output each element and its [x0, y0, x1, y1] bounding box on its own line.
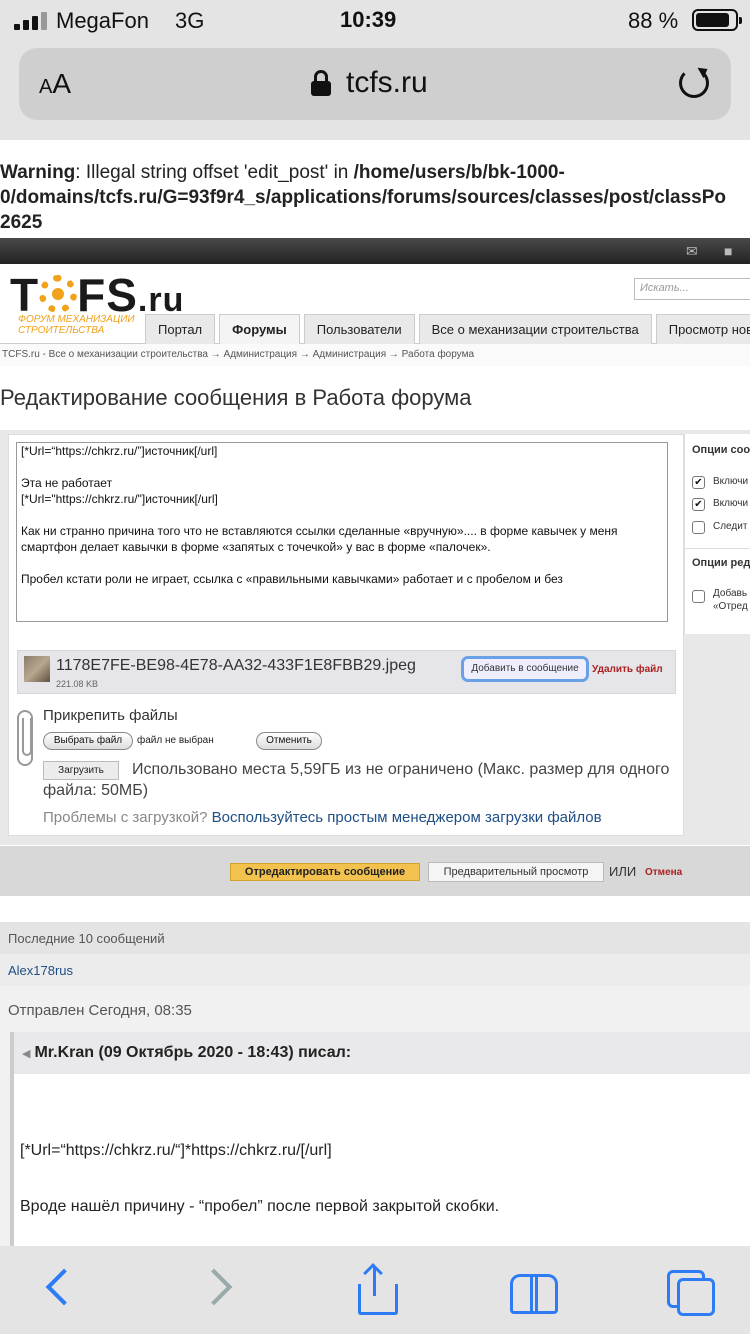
ios-top-chrome: MegaFon 3G 10:39 88 % AA tcfs.ru: [0, 0, 750, 140]
carrier: MegaFon: [56, 8, 149, 33]
or-text: ИЛИ: [609, 864, 637, 879]
share-icon[interactable]: [352, 1263, 400, 1315]
upload-button[interactable]: Загрузить: [43, 761, 119, 780]
breadcrumb[interactable]: TCFS.ru - Все о механизации строительств…: [0, 344, 750, 366]
tab-forums[interactable]: Форумы: [219, 314, 300, 344]
option-label: Включи: [713, 498, 749, 509]
editor-line: Как ни странно причина того что не встав…: [21, 524, 618, 538]
tab-portal[interactable]: Портал: [145, 314, 216, 344]
option-checkbox[interactable]: ✔: [692, 476, 705, 489]
quote-body: [*Url=“https://chkrz.ru/“]*https://chkrz…: [10, 1074, 750, 1246]
option-label: Включи: [713, 476, 749, 487]
option-label: «Отред: [713, 601, 748, 612]
text-size-button[interactable]: AA: [39, 68, 71, 100]
cancel-link[interactable]: Отмена: [645, 867, 682, 878]
option-label: Следит: [713, 521, 748, 532]
address-bar[interactable]: AA tcfs.ru: [19, 48, 731, 120]
submit-edit-button[interactable]: Отредактировать сообщение: [230, 863, 420, 881]
reload-icon[interactable]: [679, 68, 709, 98]
main-tabs: Портал Форумы Пользователи Все о механиз…: [145, 314, 750, 344]
editor-line: [*Url=“https://chkrz.ru/”]источник[/url]: [21, 444, 218, 458]
clock: 10:39: [340, 7, 397, 32]
delete-file-link[interactable]: Удалить файл: [592, 664, 663, 675]
attach-files-title: Прикрепить файлы: [43, 707, 178, 724]
attachment-filename: 1178E7FE-BE98-4E78-AA32-433F1E8FBB29.jpe…: [56, 657, 416, 674]
search-input[interactable]: Искать...: [634, 278, 750, 300]
quote-header: ◀ Mr.Kran (09 Октябрь 2020 - 18:43) писал…: [10, 1032, 750, 1074]
status-bar: MegaFon 3G 10:39 88 %: [0, 0, 750, 44]
gear-icon: [39, 275, 78, 313]
battery-icon: [692, 9, 742, 31]
mail-icon[interactable]: ✉: [686, 243, 702, 259]
option-checkbox[interactable]: [692, 590, 705, 603]
safari-toolbar: [0, 1246, 750, 1334]
option-label: Добавь: [713, 588, 748, 599]
tab-new-posts[interactable]: Просмотр нов: [655, 314, 750, 344]
quota-text: Использовано места 5,59ГБ из не ограниче…: [43, 761, 670, 799]
lock-icon: [311, 70, 331, 96]
php-warning: Warning: Illegal string offset 'edit_pos…: [0, 162, 726, 233]
options-heading: Опции соо: [692, 444, 750, 456]
site-header: T FS.ru ФОРУМ МЕХАНИЗАЦИИ СТРОИТЕЛЬСТВА И…: [0, 264, 750, 344]
bookmarks-icon[interactable]: [508, 1266, 558, 1314]
user-icon[interactable]: ■: [724, 243, 740, 259]
recent-posts-heading: Последние 10 сообщений: [0, 922, 750, 954]
choose-file-button[interactable]: Выбрать файл: [43, 732, 133, 750]
editor-line: смартфон делает кавычки в форме «запятых…: [21, 540, 491, 554]
battery-percent: 88 %: [628, 8, 679, 33]
editor-line: Эта не работает: [21, 476, 113, 490]
simple-manager-link[interactable]: Воспользуйтесь простым менеджером загруз…: [212, 809, 602, 826]
quote-line: Вроде нашёл причину - “пробел” после пер…: [20, 1198, 500, 1215]
no-file-text: файл не выбран: [137, 735, 214, 746]
options-heading-edit: Опции ред: [692, 557, 750, 569]
paperclip-icon: [17, 710, 33, 766]
preview-button[interactable]: Предварительный просмотр: [428, 862, 604, 882]
forward-icon[interactable]: [195, 1266, 243, 1314]
option-checkbox[interactable]: ✔: [692, 498, 705, 511]
post-textarea[interactable]: [*Url=“https://chkrz.ru/”]источник[/url]…: [16, 442, 668, 622]
back-icon[interactable]: [35, 1266, 83, 1314]
post-date: Отправлен Сегодня, 08:35: [8, 1002, 192, 1019]
quote-arrow-icon[interactable]: ◀: [22, 1048, 30, 1060]
url-domain[interactable]: tcfs.ru: [346, 66, 428, 100]
network-type: 3G: [175, 8, 205, 33]
page-title: Редактирование сообщения в Работа форума: [0, 385, 472, 410]
add-to-post-button[interactable]: Добавить в сообщение: [461, 656, 589, 682]
tab-about[interactable]: Все о механизации строительства: [418, 314, 652, 344]
tabs-icon[interactable]: [665, 1266, 715, 1316]
editor-line: [*Url="https://chkrz.ru/"]источник[/url]: [21, 492, 218, 506]
post-author[interactable]: Alex178rus: [0, 954, 750, 986]
quote-line: [*Url=“https://chkrz.ru/“]*https://chkrz…: [20, 1142, 332, 1159]
site-tagline: ФОРУМ МЕХАНИЗАЦИИ СТРОИТЕЛЬСТВА: [18, 314, 135, 336]
site-topbar: ✉ ■: [0, 238, 750, 264]
attachment-size: 221.08 KB: [56, 679, 99, 689]
attachment-row: 1178E7FE-BE98-4E78-AA32-433F1E8FBB29.jpe…: [17, 650, 676, 694]
signal-icon: [14, 12, 47, 30]
option-checkbox[interactable]: [692, 521, 705, 534]
tab-users[interactable]: Пользователи: [303, 314, 415, 344]
editor-line: Пробел кстати роли не играет, ссылка с «…: [21, 572, 563, 586]
reset-button[interactable]: Отменить: [256, 732, 322, 750]
upload-problems: Проблемы с загрузкой? Воспользуйтесь про…: [43, 809, 602, 826]
image-thumbnail: [24, 656, 50, 682]
